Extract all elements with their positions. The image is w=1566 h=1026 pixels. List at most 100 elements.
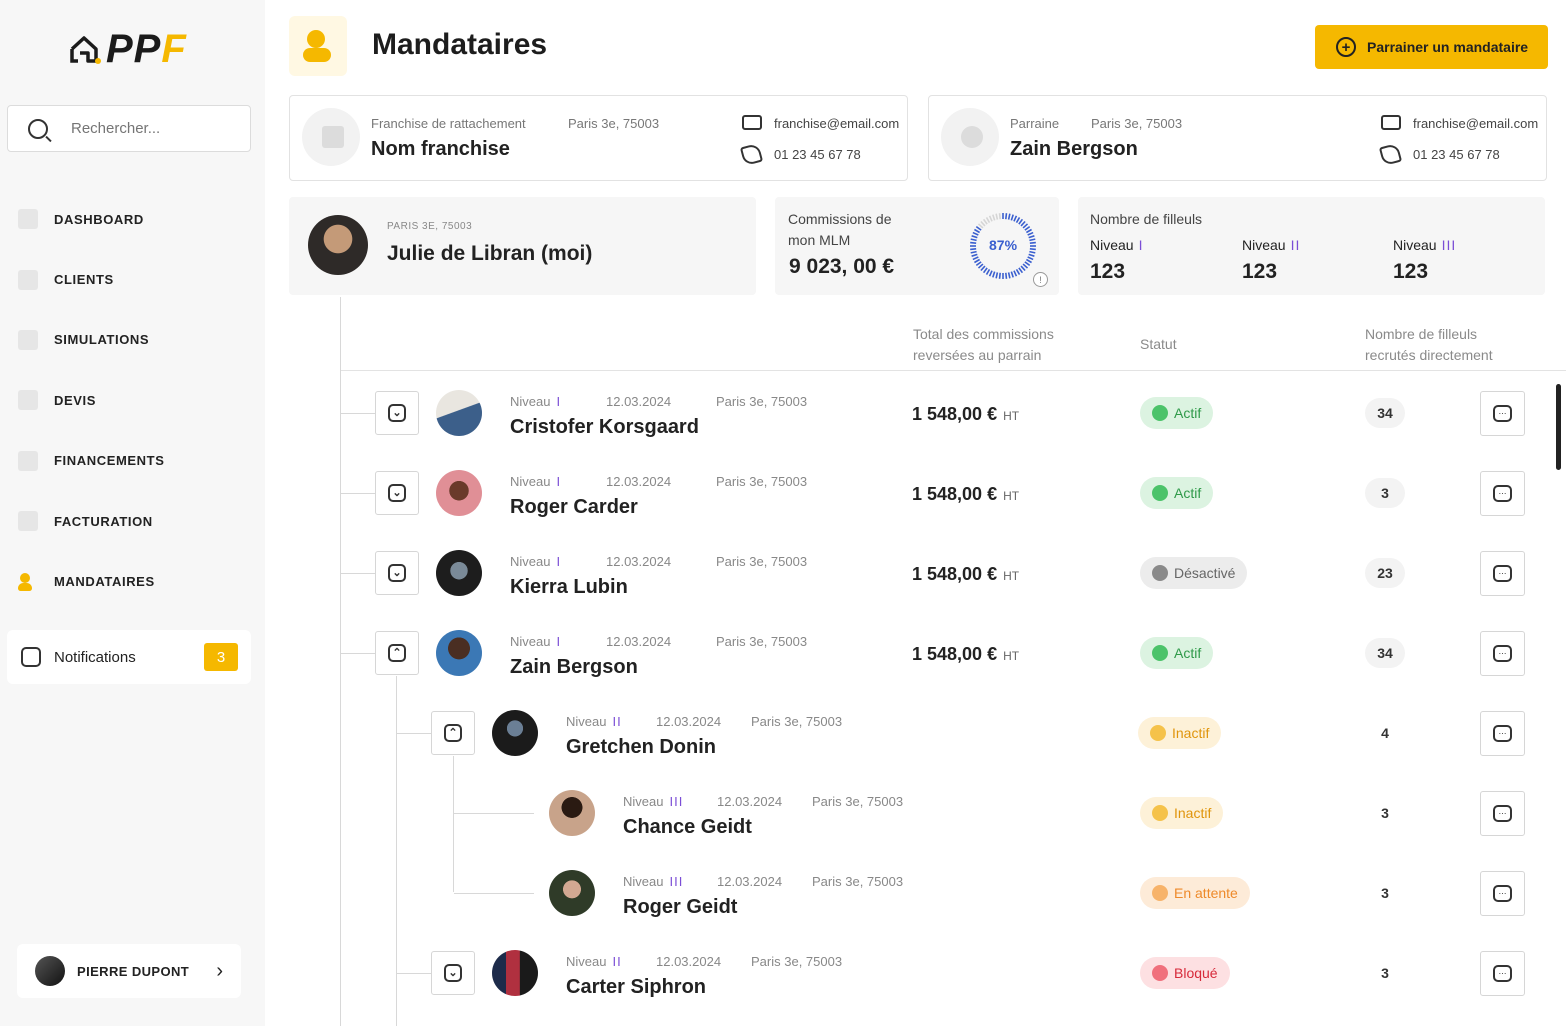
filleuls-card: Nombre de filleuls Niveau I 123 Niveau II … (1078, 197, 1545, 295)
chevron-down-icon: ⌄ (388, 404, 406, 422)
mail-icon (742, 115, 762, 130)
sidebar-item-mandataires[interactable]: MANDATAIRES (18, 551, 258, 611)
filleuls-level-1-value: 123 (1090, 260, 1126, 283)
sidebar-item-label: DEVIS (54, 392, 97, 408)
status-actif-icon (1152, 485, 1168, 501)
row-menu-button[interactable]: ⋯ (1480, 711, 1525, 756)
gauge-tick (974, 258, 981, 264)
row-menu-button[interactable]: ⋯ (1480, 951, 1525, 996)
status-inactif-icon (1152, 805, 1168, 821)
more-icon: ⋯ (1493, 885, 1512, 902)
status-bloque-icon (1152, 965, 1168, 981)
search-icon (28, 118, 48, 139)
row-menu-button[interactable]: ⋯ (1480, 551, 1525, 596)
gauge-tick (988, 270, 993, 277)
avatar (492, 710, 538, 756)
row-menu-button[interactable]: ⋯ (1480, 471, 1525, 516)
user-name: PIERRE DUPONT (77, 963, 190, 979)
more-icon: ⋯ (1493, 805, 1512, 822)
row-location: Paris 3e, 75003 (812, 874, 904, 889)
status-badge: En attente (1140, 877, 1250, 909)
sidebar: PPF DASHBOARD CLIENTS SIMULATIONS DEVIS … (0, 0, 265, 1026)
notifications-button[interactable]: Notifications 3 (7, 630, 251, 684)
row-menu-button[interactable]: ⋯ (1480, 631, 1525, 676)
row-count: 3 (1381, 805, 1389, 821)
sidebar-item-devis[interactable]: DEVIS (18, 370, 258, 430)
gauge-tick (975, 225, 982, 231)
sidebar-item-clients[interactable]: CLIENTS (18, 249, 258, 309)
expand-toggle[interactable]: ⌄ (375, 471, 419, 515)
search-input[interactable] (71, 120, 231, 137)
status-badge: Désactivé (1140, 557, 1248, 589)
ppf-logo[interactable]: PPF (68, 27, 187, 71)
gauge-tick (1027, 256, 1034, 261)
search-box[interactable] (7, 105, 251, 152)
parrainer-button[interactable]: + Parrainer un mandataire (1315, 25, 1548, 69)
sponsor-email[interactable]: franchise@email.com (1413, 116, 1538, 131)
row-menu-button[interactable]: ⋯ (1480, 391, 1525, 436)
house-logo-icon (70, 36, 101, 64)
row-level: Niveau I (510, 394, 562, 409)
franchise-phone[interactable]: 01 23 45 67 78 (774, 147, 861, 162)
gauge-tick (1029, 241, 1036, 244)
sidebar-item-label: SIMULATIONS (54, 332, 150, 348)
status-desactive-icon (1152, 565, 1168, 581)
scrollbar-thumb[interactable] (1556, 384, 1561, 470)
notifications-count-badge: 3 (204, 643, 238, 671)
gauge-tick (1027, 231, 1034, 236)
sponsor-phone[interactable]: 01 23 45 67 78 (1413, 147, 1500, 162)
chevron-right-icon: › (216, 959, 223, 982)
row-amount: 1 548,00 € HT (912, 564, 1020, 584)
column-header-filleuls: Nombre de filleuls recrutés directement (1365, 326, 1493, 363)
expand-toggle[interactable]: ⌄ (375, 391, 419, 435)
info-icon[interactable]: ! (1033, 272, 1048, 287)
row-count: 34 (1365, 638, 1405, 668)
chevron-down-icon: ⌄ (444, 964, 462, 982)
mail-icon (1381, 115, 1401, 130)
filleuls-level-1: Niveau I (1090, 237, 1144, 253)
row-menu-button[interactable]: ⋯ (1480, 791, 1525, 836)
plus-circle-icon: + (1336, 37, 1356, 57)
sidebar-item-financements[interactable]: FINANCEMENTS (18, 431, 258, 491)
sidebar-item-label: MANDATAIRES (54, 574, 155, 590)
phone-icon (739, 142, 764, 167)
collapse-toggle[interactable]: ⌃ (375, 631, 419, 675)
notifications-label: Notifications (54, 648, 136, 666)
row-count: 3 (1365, 478, 1405, 508)
sidebar-item-facturation[interactable]: FACTURATION (18, 491, 258, 551)
collapse-toggle[interactable]: ⌃ (431, 711, 475, 755)
phone-icon (1378, 142, 1403, 167)
gauge-tick (998, 272, 1001, 279)
sidebar-item-dashboard[interactable]: DASHBOARD (18, 189, 258, 249)
franchise-email[interactable]: franchise@email.com (774, 116, 899, 131)
status-actif-icon (1152, 645, 1168, 661)
sponsor-name: Zain Bergson (1010, 138, 1138, 160)
sidebar-item-label: FINANCEMENTS (54, 453, 165, 469)
row-menu-button[interactable]: ⋯ (1480, 871, 1525, 916)
gauge-tick (1007, 272, 1011, 279)
row-count: 4 (1381, 725, 1389, 741)
chevron-up-icon: ⌃ (388, 644, 406, 662)
gauge-tick (1020, 220, 1026, 227)
chevron-up-icon: ⌃ (444, 724, 462, 742)
row-amount: 1 548,00 € HT (912, 484, 1020, 504)
sidebar-item-simulations[interactable]: SIMULATIONS (18, 310, 258, 370)
gauge-tick (980, 220, 986, 227)
row-level: Niveau I (510, 634, 562, 649)
gauge-tick (970, 238, 977, 242)
franchise-location: Paris 3e, 75003 (568, 116, 660, 131)
more-icon: ⋯ (1493, 565, 1512, 582)
gauge-tick (1025, 228, 1032, 234)
sidebar-nav: DASHBOARD CLIENTS SIMULATIONS DEVIS FINA… (18, 189, 258, 612)
filleuls-level-2: Niveau II (1242, 237, 1301, 253)
row-name: Gretchen Donin (566, 736, 717, 758)
expand-toggle[interactable]: ⌄ (431, 951, 475, 995)
gauge-tick (977, 223, 984, 229)
row-date: 12.03.2024 (656, 954, 722, 969)
gauge-tick (974, 228, 981, 234)
user-menu[interactable]: PIERRE DUPONT › (17, 944, 241, 998)
gauge-tick (971, 253, 978, 257)
expand-toggle[interactable]: ⌄ (375, 551, 419, 595)
avatar (436, 550, 482, 596)
row-date: 12.03.2024 (606, 394, 672, 409)
